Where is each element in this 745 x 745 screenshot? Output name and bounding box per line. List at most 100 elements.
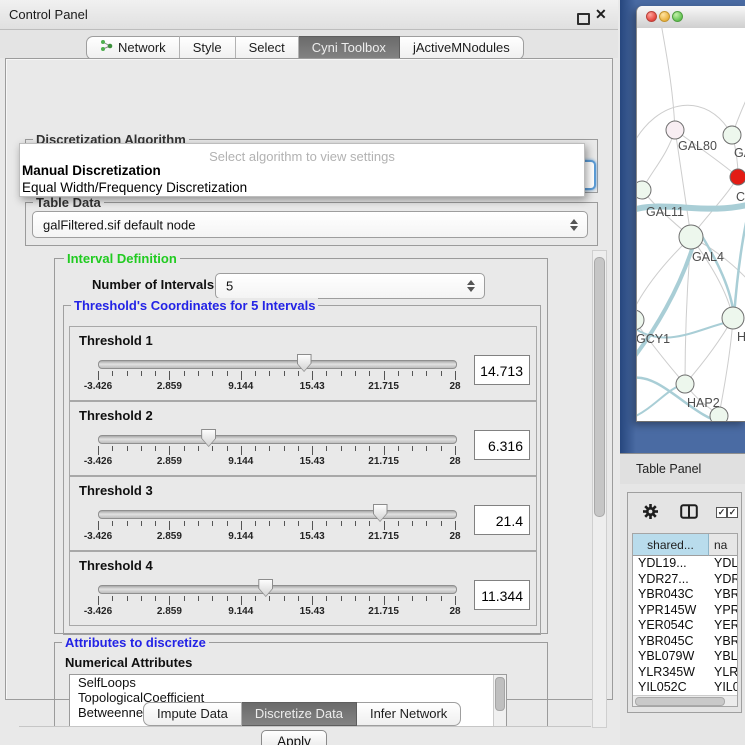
tick-label: 15.43 — [300, 606, 325, 617]
node-table[interactable]: shared...na YDL19...YDL1YDR27...YDR2YBR0… — [632, 533, 738, 707]
table-cell[interactable]: YIL052C — [638, 680, 687, 696]
panel-scrollbar-thumb[interactable] — [594, 257, 605, 517]
network-node[interactable] — [722, 307, 744, 329]
table-cell[interactable]: YBR045C — [638, 634, 694, 650]
table-cell[interactable]: YBR0 — [714, 634, 738, 650]
attributes-group-label: Attributes to discretize — [62, 635, 209, 650]
tick-label: -3.426 — [84, 456, 112, 467]
algorithm-option[interactable]: Manual Discretization — [22, 163, 161, 178]
tab-select[interactable]: Select — [236, 36, 299, 60]
table-cell[interactable]: YLR3 — [714, 665, 738, 681]
slider-track[interactable] — [98, 585, 457, 594]
table-column-header[interactable]: na — [709, 534, 738, 556]
table-cell[interactable]: YDL1 — [714, 556, 738, 572]
tick-mark — [269, 446, 270, 451]
tab-infer-network[interactable]: Infer Network — [357, 702, 461, 726]
tab-label: Select — [249, 37, 285, 59]
table-cell[interactable]: YBL0 — [714, 649, 738, 665]
close-traffic-icon[interactable] — [646, 11, 657, 22]
tick-mark — [426, 596, 427, 601]
table-data-combobox[interactable]: galFiltered.sif default node — [32, 211, 588, 238]
tab-jactivemnodules[interactable]: jActiveMNodules — [400, 36, 524, 60]
apply-button[interactable]: Apply — [261, 730, 327, 745]
table-row[interactable]: YLR345W YLR3 — [633, 665, 738, 681]
slider-track[interactable] — [98, 360, 457, 369]
list-scrollbar[interactable] — [493, 675, 506, 727]
tick-mark — [198, 446, 199, 451]
table-cell[interactable]: YDL19... — [638, 556, 687, 572]
slider-ticks — [98, 596, 455, 606]
tab-impute-data[interactable]: Impute Data — [143, 702, 242, 726]
table-panel-title: Table Panel — [636, 462, 701, 476]
slider-track[interactable] — [98, 510, 457, 519]
network-window[interactable]: GAL80GACGAL11GAL4GCY1HHAP2 — [636, 6, 745, 422]
threshold-value-field[interactable]: 14.713 — [474, 355, 530, 385]
network-node[interactable] — [637, 310, 644, 330]
table-cell[interactable]: YER054C — [638, 618, 694, 634]
gear-icon[interactable] — [642, 503, 659, 520]
threshold-value-field[interactable]: 11.344 — [474, 580, 530, 610]
slider-thumb[interactable] — [258, 579, 273, 597]
table-row[interactable]: YBL079W YBL0 — [633, 649, 738, 665]
table-cell[interactable]: YPR1 — [714, 603, 738, 619]
threshold-value-field[interactable]: 21.4 — [474, 505, 530, 535]
tick-mark — [127, 446, 128, 451]
table-row[interactable]: YDL19... YDL1 — [633, 556, 738, 572]
zoom-traffic-icon[interactable] — [672, 11, 683, 22]
checkbox-icon[interactable]: ✓ — [716, 507, 727, 518]
close-icon[interactable]: ✕ — [595, 6, 607, 23]
tab-style[interactable]: Style — [180, 36, 236, 60]
split-columns-icon[interactable] — [680, 504, 698, 519]
table-cell[interactable]: YBR0 — [714, 587, 738, 603]
tab-cyni-toolbox[interactable]: Cyni Toolbox — [299, 36, 400, 60]
network-node[interactable] — [676, 375, 694, 393]
tab-discretize-data[interactable]: Discretize Data — [242, 702, 357, 726]
network-node[interactable] — [723, 126, 741, 144]
table-row[interactable]: YBR043C YBR0 — [633, 587, 738, 603]
attribute-list-item[interactable]: SelfLoops — [70, 675, 506, 690]
network-node[interactable] — [666, 121, 684, 139]
table-cell[interactable]: YLR345W — [638, 665, 695, 681]
table-cell[interactable]: YDR27... — [638, 572, 689, 588]
tick-label: -3.426 — [84, 531, 112, 542]
slider-thumb[interactable] — [373, 504, 388, 522]
slider-track[interactable] — [98, 435, 457, 444]
table-row[interactable]: YBR045C YBR0 — [633, 634, 738, 650]
network-node[interactable] — [679, 225, 703, 249]
table-cell[interactable]: YDR2 — [714, 572, 738, 588]
table-row[interactable]: YPR145W YPR1 — [633, 603, 738, 619]
tick-mark — [369, 371, 370, 376]
network-canvas[interactable]: GAL80GACGAL11GAL4GCY1HHAP2 — [637, 28, 745, 421]
slider-thumb[interactable] — [297, 354, 312, 372]
table-cell[interactable]: YPR145W — [638, 603, 696, 619]
tick-mark — [441, 521, 442, 526]
tab-network[interactable]: Network — [86, 36, 180, 60]
table-cell[interactable]: YER0 — [714, 618, 738, 634]
table-row[interactable]: YIL052C YIL0 — [633, 680, 738, 696]
tick-label: 2.859 — [157, 381, 182, 392]
slider-tick-labels: -3.4262.8599.14415.4321.71528 — [98, 606, 455, 618]
horizontal-scrollbar-thumb[interactable] — [635, 697, 725, 706]
checkbox-icon[interactable]: ✓ — [727, 507, 738, 518]
tick-mark — [398, 371, 399, 376]
table-row[interactable]: YER054C YER0 — [633, 618, 738, 634]
table-column-header[interactable]: shared... — [633, 534, 709, 556]
slider-thumb[interactable] — [201, 429, 216, 447]
threshold-value-field[interactable]: 6.316 — [474, 430, 530, 460]
table-cell[interactable]: YIL0 — [714, 680, 738, 696]
panel-scrollbar[interactable] — [592, 250, 607, 728]
network-node[interactable] — [730, 169, 745, 185]
tick-mark — [312, 521, 313, 530]
network-window-titlebar[interactable] — [637, 6, 745, 29]
algorithm-option[interactable]: Equal Width/Frequency Discretization — [22, 180, 247, 195]
table-row[interactable]: YDR27... YDR2 — [633, 572, 738, 588]
slider-ticks — [98, 371, 455, 381]
num-intervals-combobox[interactable]: 5 — [215, 273, 485, 299]
table-cell[interactable]: YBL079W — [638, 649, 694, 665]
network-node[interactable] — [637, 181, 651, 199]
minimize-traffic-icon[interactable] — [659, 11, 670, 22]
table-cell[interactable]: YBR043C — [638, 587, 694, 603]
horizontal-scrollbar[interactable] — [633, 695, 737, 706]
table-data-value: galFiltered.sif default node — [43, 217, 195, 232]
float-window-icon[interactable] — [577, 13, 590, 25]
